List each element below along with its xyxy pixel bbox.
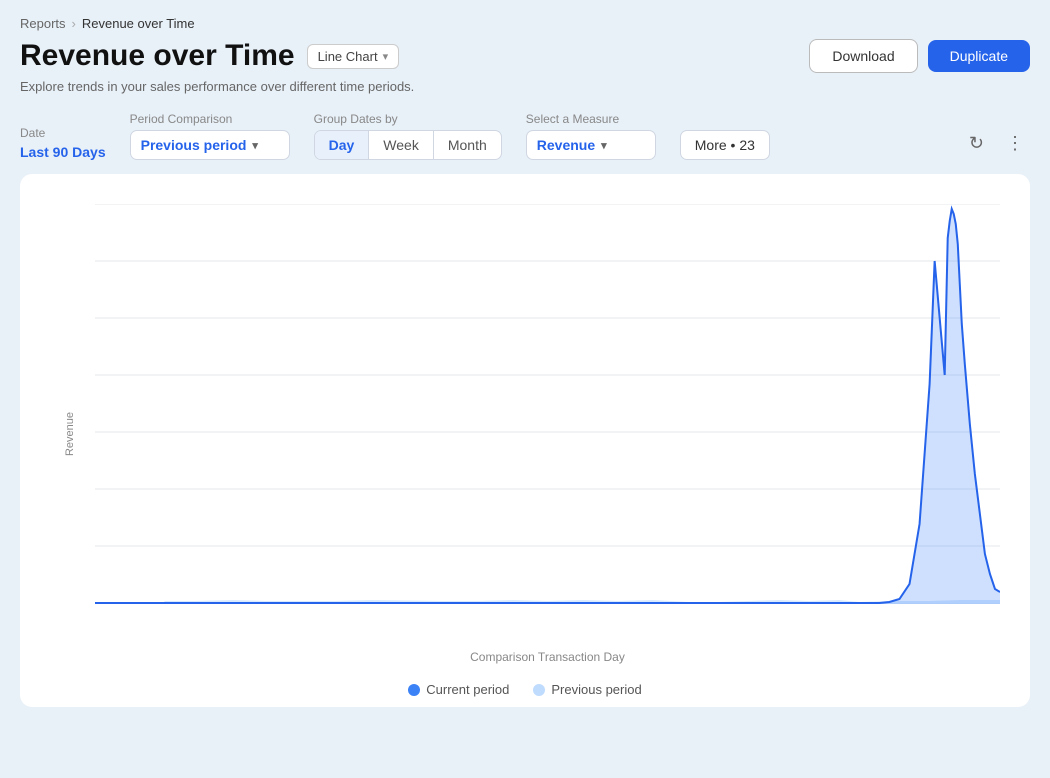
legend-current: Current period — [408, 682, 509, 697]
duplicate-button[interactable]: Duplicate — [928, 40, 1030, 72]
measure-group: Select a Measure Revenue ▾ — [526, 112, 656, 160]
header-actions: Download Duplicate — [809, 39, 1030, 73]
breadcrumb-current: Revenue over Time — [82, 16, 195, 31]
breadcrumb-separator: › — [72, 16, 76, 31]
page-title-row: Revenue over Time Line Chart ▾ — [20, 39, 399, 73]
legend-current-dot — [408, 684, 420, 696]
more-options-button[interactable]: ⋮ — [1000, 127, 1030, 160]
group-month-button[interactable]: Month — [434, 131, 501, 159]
refresh-button[interactable]: ↻ — [963, 127, 990, 160]
period-comparison-value: Previous period — [141, 137, 247, 153]
group-week-button[interactable]: Week — [369, 131, 434, 159]
period-comparison-label: Period Comparison — [130, 112, 290, 126]
group-day-button[interactable]: Day — [315, 131, 370, 159]
legend-previous-label: Previous period — [551, 682, 641, 697]
chart-legend: Current period Previous period — [40, 682, 1010, 697]
filter-actions: ↻ ⋮ — [963, 127, 1030, 160]
page-subtitle: Explore trends in your sales performance… — [20, 79, 1030, 94]
chart-type-label: Line Chart — [318, 49, 378, 64]
date-filter-label: Date — [20, 126, 106, 140]
chart-type-chevron: ▾ — [383, 50, 389, 63]
y-axis-label: Revenue — [64, 412, 76, 456]
page-header: Revenue over Time Line Chart ▾ Download … — [20, 39, 1030, 73]
filters-row: Date Last 90 Days Period Comparison Prev… — [20, 112, 1030, 160]
chart-area: Revenue 70000 60000 50000 40000 30000 20… — [40, 194, 1010, 674]
group-dates-label: Group Dates by — [314, 112, 502, 126]
measure-value: Revenue — [537, 137, 595, 153]
chart-container: Revenue 70000 60000 50000 40000 30000 20… — [20, 174, 1030, 707]
legend-current-label: Current period — [426, 682, 509, 697]
breadcrumb-parent[interactable]: Reports — [20, 16, 66, 31]
chart-svg-wrapper: 70000 60000 50000 40000 30000 20000 1000… — [95, 204, 1000, 604]
measure-select[interactable]: Revenue ▾ — [526, 130, 656, 160]
measure-label: Select a Measure — [526, 112, 656, 126]
page-title: Revenue over Time — [20, 39, 295, 73]
refresh-icon: ↻ — [969, 133, 984, 154]
chart-svg: 70000 60000 50000 40000 30000 20000 1000… — [95, 204, 1000, 604]
group-dates-group: Group Dates by Day Week Month — [314, 112, 502, 160]
period-comparison-chevron: ▾ — [252, 139, 258, 152]
more-options-icon: ⋮ — [1006, 133, 1024, 154]
legend-previous-dot — [533, 684, 545, 696]
period-comparison-select[interactable]: Previous period ▾ — [130, 130, 290, 160]
more-button[interactable]: More • 23 — [680, 130, 770, 160]
legend-previous: Previous period — [533, 682, 641, 697]
date-filter-value[interactable]: Last 90 Days — [20, 144, 106, 160]
date-filter-group: Date Last 90 Days — [20, 126, 106, 160]
group-dates-buttons: Day Week Month — [314, 130, 502, 160]
chart-type-button[interactable]: Line Chart ▾ — [307, 44, 400, 69]
download-button[interactable]: Download — [809, 39, 917, 73]
breadcrumb: Reports › Revenue over Time — [20, 16, 1030, 31]
x-axis-label: Comparison Transaction Day — [95, 650, 1000, 664]
measure-chevron: ▾ — [601, 139, 607, 152]
period-comparison-group: Period Comparison Previous period ▾ — [130, 112, 290, 160]
